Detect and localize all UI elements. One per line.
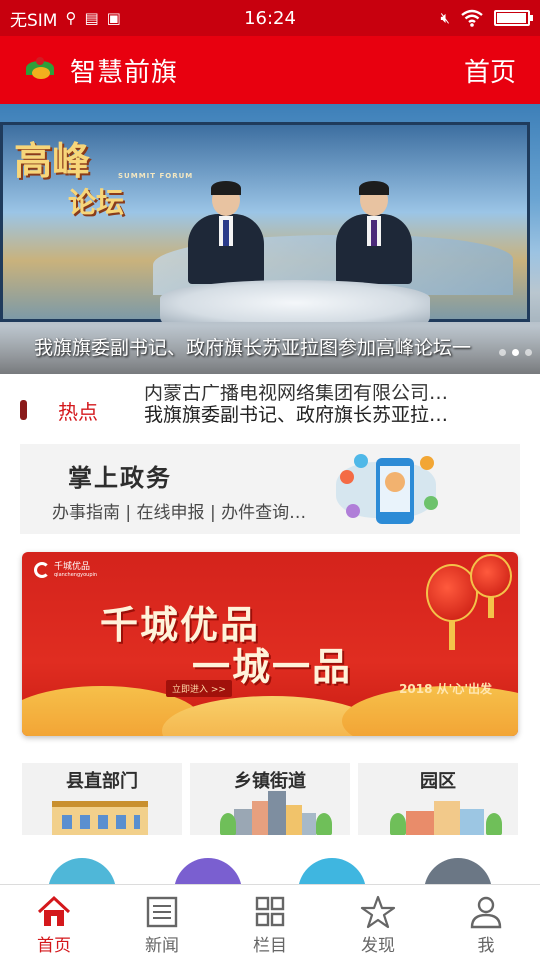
mute-icon: 🔇︎: [440, 9, 450, 27]
hot-news-item[interactable]: 我旗旗委副书记、政府旗长苏亚拉…: [144, 400, 504, 427]
shortcut-circle[interactable]: [298, 858, 366, 884]
debug-icon: ▣: [106, 9, 121, 27]
category-parks[interactable]: 园区: [358, 763, 518, 835]
promo-slogan: 2018 从'心'出发: [399, 682, 492, 696]
news-anchor-left: [188, 181, 264, 284]
tab-columns[interactable]: 栏目: [216, 885, 324, 960]
tab-home[interactable]: 首页: [0, 885, 108, 960]
tab-news[interactable]: 新闻: [108, 885, 216, 960]
promo-banner[interactable]: 千城优品 qianchengyoupin 千城优品 一城一品 立即进入 >> 2…: [22, 552, 518, 736]
news-anchor-right: [336, 181, 412, 284]
promo-brand-logo: 千城优品 qianchengyoupin: [34, 562, 97, 578]
tab-label: 发现: [361, 936, 395, 956]
user-icon: [470, 896, 502, 929]
tab-label: 首页: [37, 936, 71, 956]
hot-label: 热点: [58, 400, 98, 424]
grid-icon: [255, 896, 285, 927]
tab-label: 新闻: [145, 936, 179, 956]
news-icon: [146, 896, 178, 928]
bottom-tab-bar: 首页 新闻 栏目 发现 我: [0, 884, 540, 960]
lantern-icon: [470, 554, 512, 598]
program-logo: 高峰 论坛: [14, 138, 125, 220]
carousel-indicator: [499, 349, 532, 356]
shortcut-circle[interactable]: [424, 858, 492, 884]
gov-services-title: 掌上政务: [68, 464, 172, 492]
category-label: 乡镇街道: [234, 771, 306, 792]
mobile-services-illustration: [336, 452, 438, 530]
news-banner-carousel[interactable]: 高峰 论坛 SUMMIT FORUM 我旗旗委副书记、政府旗长苏亚拉图参加高峰论…: [0, 104, 540, 374]
category-county-departments[interactable]: 县直部门: [22, 763, 182, 835]
wifi-icon: [461, 9, 483, 27]
promo-enter-button[interactable]: 立即进入 >>: [166, 680, 232, 697]
hot-news-ticker[interactable]: 热点 内蒙古广播电视网络集团有限公司… 我旗旗委副书记、政府旗长苏亚拉…: [0, 384, 540, 436]
app-title: 智慧前旗: [70, 57, 179, 88]
status-bar: 无SIM ⚲ ▤ ▣ 16:24 🔇︎: [0, 0, 540, 36]
gov-services-card[interactable]: 掌上政务 办事指南 | 在线申报 | 办件查询…: [20, 444, 520, 534]
carousel-dot[interactable]: [525, 349, 532, 356]
shortcut-circle[interactable]: [174, 858, 242, 884]
tab-label: 我: [477, 936, 495, 956]
home-icon: [37, 895, 71, 926]
category-tiles: 县直部门 乡镇街道 园区: [22, 763, 518, 835]
usb-icon: ⚲: [65, 9, 77, 27]
category-label: 县直部门: [66, 771, 138, 792]
carrier-label: 无SIM: [10, 10, 58, 31]
carousel-dot[interactable]: [499, 349, 506, 356]
category-towns-streets[interactable]: 乡镇街道: [190, 763, 350, 835]
carousel-dot[interactable]: [512, 349, 519, 356]
hot-marker: [20, 400, 27, 420]
tab-me[interactable]: 我: [432, 885, 540, 960]
star-icon: [360, 895, 396, 929]
tab-discover[interactable]: 发现: [324, 885, 432, 960]
battery-icon: [494, 10, 533, 26]
gov-services-subtitle: 办事指南 | 在线申报 | 办件查询…: [52, 503, 307, 523]
shortcut-row: [0, 856, 540, 884]
sim-icon: ▤: [84, 9, 99, 27]
government-building-icon: [52, 801, 148, 835]
tab-label: 栏目: [253, 936, 287, 956]
app-logo: [24, 53, 58, 87]
category-label: 园区: [420, 771, 456, 792]
app-header: 智慧前旗 首页: [0, 36, 540, 104]
home-link[interactable]: 首页: [464, 52, 516, 89]
program-logo-subtitle: SUMMIT FORUM: [118, 172, 194, 180]
news-desk: [160, 280, 430, 326]
shortcut-circle[interactable]: [48, 858, 116, 884]
banner-caption: 我旗旗委副书记、政府旗长苏亚拉图参加高峰论坛一: [34, 337, 472, 359]
